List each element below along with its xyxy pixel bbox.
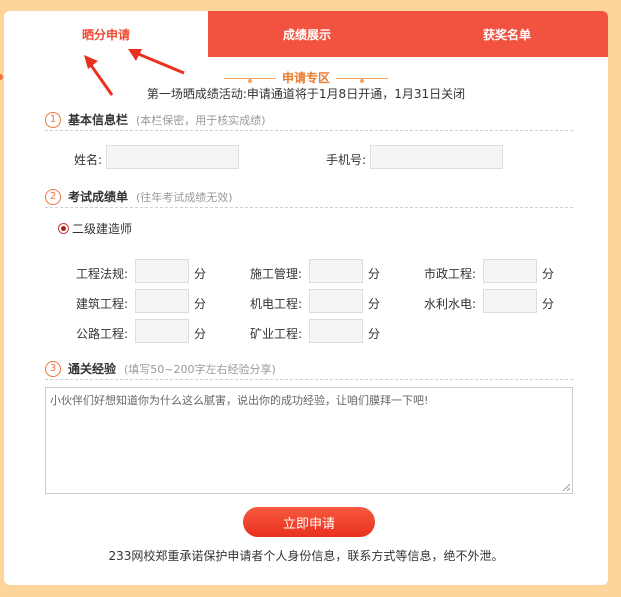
experience-textarea[interactable]: 小伙伴们好想知道你为什么这么腻害，说出你的成功经验，让咱们膜拜一下吧! xyxy=(45,387,573,494)
tab-winner-list[interactable]: 获奖名单 xyxy=(406,11,608,57)
score-input-municipal[interactable] xyxy=(483,259,537,283)
application-card: 晒分申请 成绩展示 获奖名单 申请专区 第一场晒成绩活动:申请通道将于1月8日开… xyxy=(4,11,608,585)
section-number: 1 xyxy=(45,111,61,128)
score-input-law[interactable] xyxy=(135,259,189,283)
section-number: 3 xyxy=(45,360,61,377)
score-input-highway[interactable] xyxy=(135,319,189,343)
privacy-footer: 233网校郑重承诺保护申请者个人身份信息，联系方式等信息，绝不外泄。 xyxy=(108,549,504,563)
experience-placeholder: 小伙伴们好想知道你为什么这么腻害，说出你的成功经验，让咱们膜拜一下吧! xyxy=(50,394,429,407)
section-title: 考试成绩单 xyxy=(68,190,129,204)
exam-type-radio[interactable]: 二级建造师 xyxy=(58,220,132,237)
tab-bar: 晒分申请 成绩展示 获奖名单 xyxy=(4,11,608,57)
subject-label: 施工管理: xyxy=(249,267,302,281)
score-unit: 分 xyxy=(368,297,381,311)
section-basic-info: 1 基本信息栏 (本栏保密，用于核实成绩) xyxy=(45,109,573,131)
resize-grip-icon[interactable] xyxy=(562,483,570,491)
section-experience: 3 通关经验 (填写50~200字左右经验分享) xyxy=(45,358,573,380)
section-exam-scores: 2 考试成绩单 (往年考试成绩无效) xyxy=(45,186,573,208)
score-input-management[interactable] xyxy=(309,259,363,283)
section-hint: (填写50~200字左右经验分享) xyxy=(124,362,276,376)
name-label: 姓名: xyxy=(73,153,102,167)
score-unit: 分 xyxy=(194,297,207,311)
zone-title-line-left xyxy=(223,78,276,79)
score-input-water[interactable] xyxy=(483,289,537,313)
section-hint: (往年考试成绩无效) xyxy=(136,190,233,204)
subject-label: 工程法规: xyxy=(75,267,128,281)
section-number: 2 xyxy=(45,188,61,205)
submit-button[interactable]: 立即申请 xyxy=(243,507,375,537)
section-title: 通关经验 xyxy=(68,362,117,376)
subject-label: 市政工程: xyxy=(423,267,476,281)
phone-input[interactable] xyxy=(370,145,503,169)
side-dot xyxy=(0,74,3,80)
score-unit: 分 xyxy=(368,267,381,281)
score-unit: 分 xyxy=(368,327,381,341)
tab-score-display[interactable]: 成绩展示 xyxy=(208,11,406,57)
score-unit: 分 xyxy=(194,327,207,341)
subject-label: 机电工程: xyxy=(249,297,302,311)
name-input[interactable] xyxy=(106,145,239,169)
subject-label: 公路工程: xyxy=(75,327,128,341)
zone-title: 申请专区 xyxy=(4,69,608,86)
section-hint: (本栏保密，用于核实成绩) xyxy=(136,113,266,127)
score-unit: 分 xyxy=(542,297,555,311)
score-input-mining[interactable] xyxy=(309,319,363,343)
radio-selected-icon xyxy=(58,223,69,234)
exam-type-label: 二级建造师 xyxy=(72,222,133,236)
section-title: 基本信息栏 xyxy=(68,113,129,127)
subject-label: 矿业工程: xyxy=(249,327,302,341)
zone-title-text: 申请专区 xyxy=(281,71,330,85)
phone-label: 手机号: xyxy=(325,153,366,167)
score-unit: 分 xyxy=(194,267,207,281)
score-input-mechanical[interactable] xyxy=(309,289,363,313)
score-input-building[interactable] xyxy=(135,289,189,313)
score-unit: 分 xyxy=(542,267,555,281)
subject-label: 建筑工程: xyxy=(75,297,128,311)
activity-notice: 第一场晒成绩活动:申请通道将于1月8日开通，1月31日关闭 xyxy=(146,87,466,101)
tab-score-apply[interactable]: 晒分申请 xyxy=(4,11,208,57)
zone-title-line-right xyxy=(336,78,388,79)
subject-label: 水利水电: xyxy=(423,297,476,311)
